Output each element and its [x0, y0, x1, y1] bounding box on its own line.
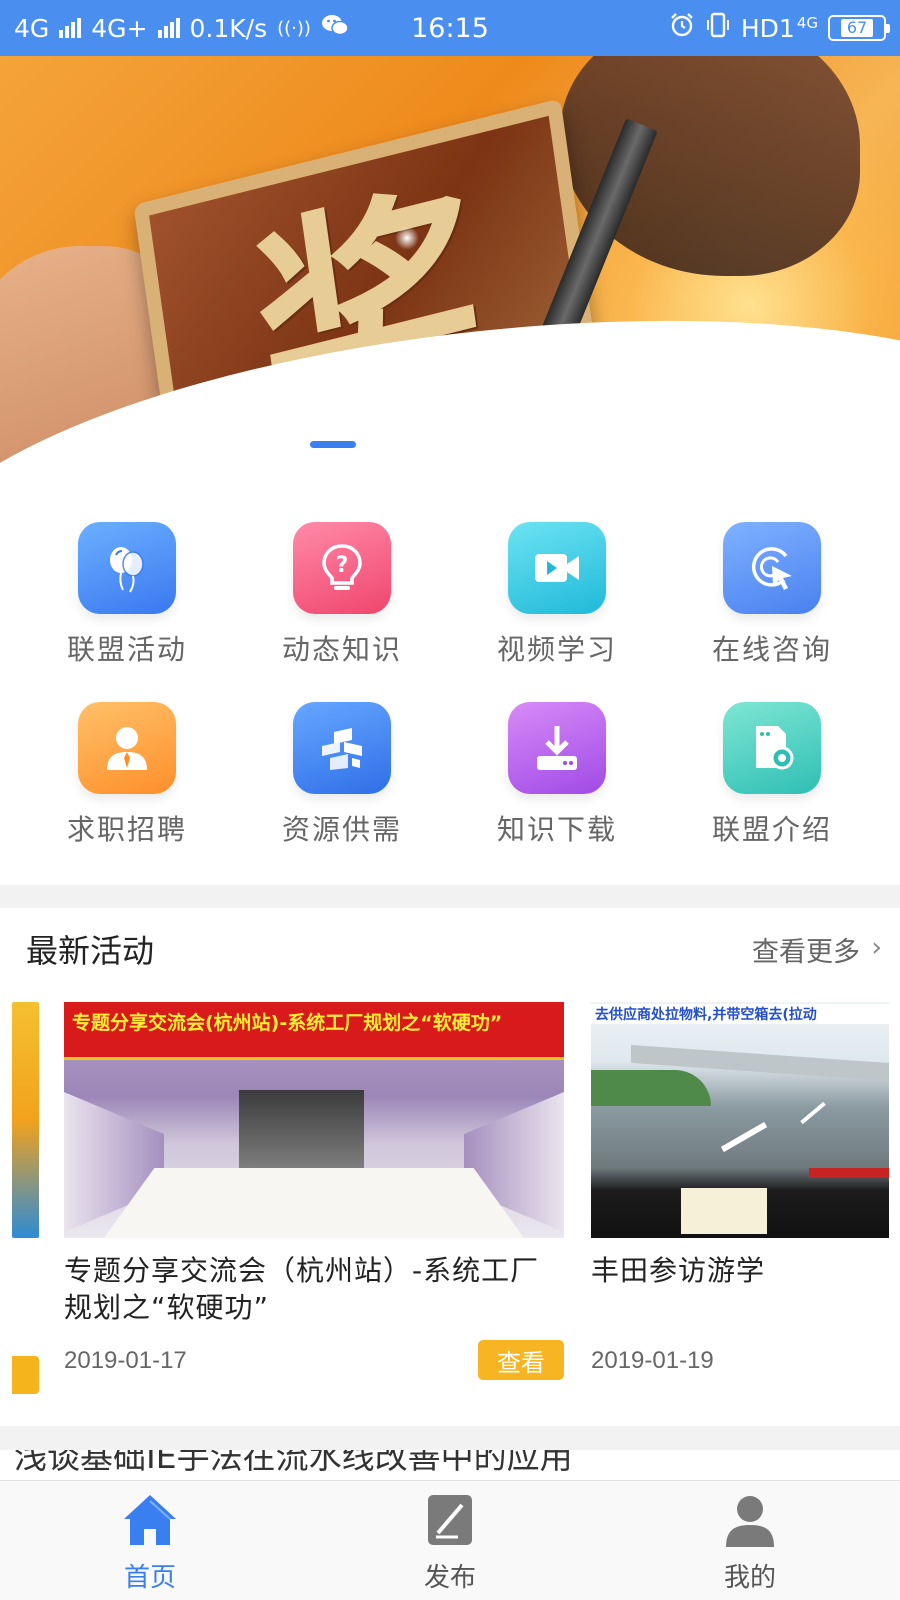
menu-item-resources[interactable]: 资源供需 — [252, 702, 432, 848]
cube-resources-icon — [293, 702, 391, 794]
menu-item-knowledge-download[interactable]: 知识下载 — [467, 702, 647, 848]
previous-card-peek[interactable] — [12, 1002, 39, 1238]
activity-title[interactable]: 专题分享交流会（杭州站）-系统工厂规划之“软硬功” — [64, 1252, 564, 1326]
image-lane-line — [720, 1121, 768, 1153]
hotspot-icon: ((·)) — [277, 17, 311, 39]
user-icon — [720, 1491, 780, 1553]
battery-level: 67 — [840, 19, 874, 37]
menu-item-online-consult[interactable]: 在线咨询 — [682, 522, 862, 668]
image-red-bar — [809, 1168, 889, 1178]
activity-card[interactable]: 去供应商处拉物料,并带空箱去(拉动 丰田参访游学 2019-01-19 — [591, 1002, 889, 1402]
article-title[interactable]: 浅谈基础IE手法在流水线改善中的应用 — [14, 1450, 573, 1478]
nav-label: 首页 — [123, 1563, 176, 1593]
nav-mine[interactable]: 我的 — [600, 1481, 900, 1600]
network-label-2: 4G+ — [91, 13, 148, 43]
banner-spark — [395, 226, 419, 250]
wechat-icon — [321, 13, 349, 43]
menu-item-alliance-intro[interactable]: 联盟介绍 — [682, 702, 862, 848]
chevron-right-icon[interactable]: › — [871, 932, 882, 963]
nav-label: 我的 — [723, 1563, 776, 1593]
banner-carousel[interactable]: 奖 — [0, 56, 900, 480]
menu-item-jobs[interactable]: 求职招聘 — [37, 702, 217, 848]
nav-label: 发布 — [423, 1563, 476, 1593]
net-speed: 0.1K/s — [189, 13, 268, 43]
status-left: 4G 4G+ 0.1K/s ((·)) — [14, 13, 349, 43]
alarm-icon — [669, 12, 695, 44]
bottom-navigation: 首页 发布 我的 — [0, 1480, 900, 1600]
lightbulb-question-icon: ? — [293, 522, 391, 614]
image-banner: 专题分享交流会(杭州站)-系统工厂规划之“软硬功” — [64, 1002, 564, 1060]
image-lane-dash — [800, 1101, 826, 1125]
hd-label: HD1 — [740, 13, 795, 43]
previous-card-button[interactable] — [12, 1356, 39, 1394]
carousel-dot[interactable] — [478, 441, 524, 448]
download-icon — [508, 702, 606, 794]
menu-grid: 联盟活动 ? 动态知识 视频学习 在线咨询 求职招聘 资源供需 知识下载 联盟介… — [0, 480, 900, 885]
menu-item-label: 联盟介绍 — [711, 813, 832, 846]
image-caption: 去供应商处拉物料,并带空箱去(拉动 — [591, 1004, 889, 1024]
document-gear-icon — [723, 702, 821, 794]
svg-text:?: ? — [336, 553, 349, 578]
balloons-icon — [78, 522, 176, 614]
latest-activities-section: 最新活动 查看更多 › 专题分享交流会(杭州站)-系统工厂规划之“软硬功” 专题… — [0, 908, 900, 1426]
network-label-1: 4G — [14, 13, 50, 43]
activity-title[interactable]: 丰田参访游学 — [591, 1252, 889, 1289]
image-stage — [239, 1090, 364, 1180]
section-title: 最新活动 — [26, 932, 155, 970]
carousel-dot[interactable] — [534, 441, 580, 448]
menu-item-label: 求职招聘 — [66, 813, 187, 846]
menu-item-label: 视频学习 — [496, 633, 617, 666]
battery-icon: 67 — [828, 15, 890, 41]
menu-item-label: 动态知识 — [281, 633, 402, 666]
activity-image[interactable]: 去供应商处拉物料,并带空箱去(拉动 — [591, 1002, 889, 1238]
image-floor — [104, 1168, 524, 1238]
carousel-dot[interactable] — [366, 441, 412, 448]
nav-publish[interactable]: 发布 — [300, 1481, 600, 1600]
signal-icon-2 — [157, 18, 180, 38]
clock: 16:15 — [411, 12, 489, 44]
activity-card[interactable]: 专题分享交流会(杭州站)-系统工厂规划之“软硬功” 专题分享交流会（杭州站）-系… — [64, 1002, 564, 1402]
menu-item-label: 联盟活动 — [66, 633, 187, 666]
carousel-dot[interactable] — [422, 441, 468, 448]
net-small: 4G — [796, 14, 818, 32]
status-right: HD1 4G 67 — [669, 11, 890, 45]
signal-icon — [59, 18, 82, 38]
person-tie-icon — [78, 702, 176, 794]
status-bar: 4G 4G+ 0.1K/s ((·)) 16:15 HD1 4G 67 — [0, 0, 900, 56]
cursor-click-icon — [723, 522, 821, 614]
view-button[interactable]: 查看 — [478, 1340, 564, 1380]
image-banner-text: 专题分享交流会(杭州站)-系统工厂规划之“软硬功” — [72, 1012, 503, 1034]
menu-item-video-learning[interactable]: 视频学习 — [467, 522, 647, 668]
image-trees — [591, 1070, 711, 1106]
vibrate-icon — [705, 11, 731, 45]
activity-date: 2019-01-19 — [591, 1347, 714, 1374]
menu-item-dynamic-knowledge[interactable]: ? 动态知识 — [252, 522, 432, 668]
activity-date: 2019-01-17 — [64, 1347, 187, 1374]
video-camera-icon — [508, 522, 606, 614]
menu-item-label: 在线咨询 — [711, 633, 832, 666]
home-icon — [120, 1491, 180, 1553]
menu-item-label: 知识下载 — [496, 813, 617, 846]
carousel-indicator — [310, 441, 580, 448]
nav-home[interactable]: 首页 — [0, 1481, 300, 1600]
carousel-dot[interactable] — [310, 441, 356, 448]
edit-note-icon — [420, 1491, 480, 1553]
image-sticker — [681, 1188, 767, 1234]
menu-item-alliance-activities[interactable]: 联盟活动 — [37, 522, 217, 668]
activity-image[interactable]: 专题分享交流会(杭州站)-系统工厂规划之“软硬功” — [64, 1002, 564, 1238]
menu-item-label: 资源供需 — [281, 813, 402, 846]
view-more-link[interactable]: 查看更多 — [752, 930, 860, 969]
